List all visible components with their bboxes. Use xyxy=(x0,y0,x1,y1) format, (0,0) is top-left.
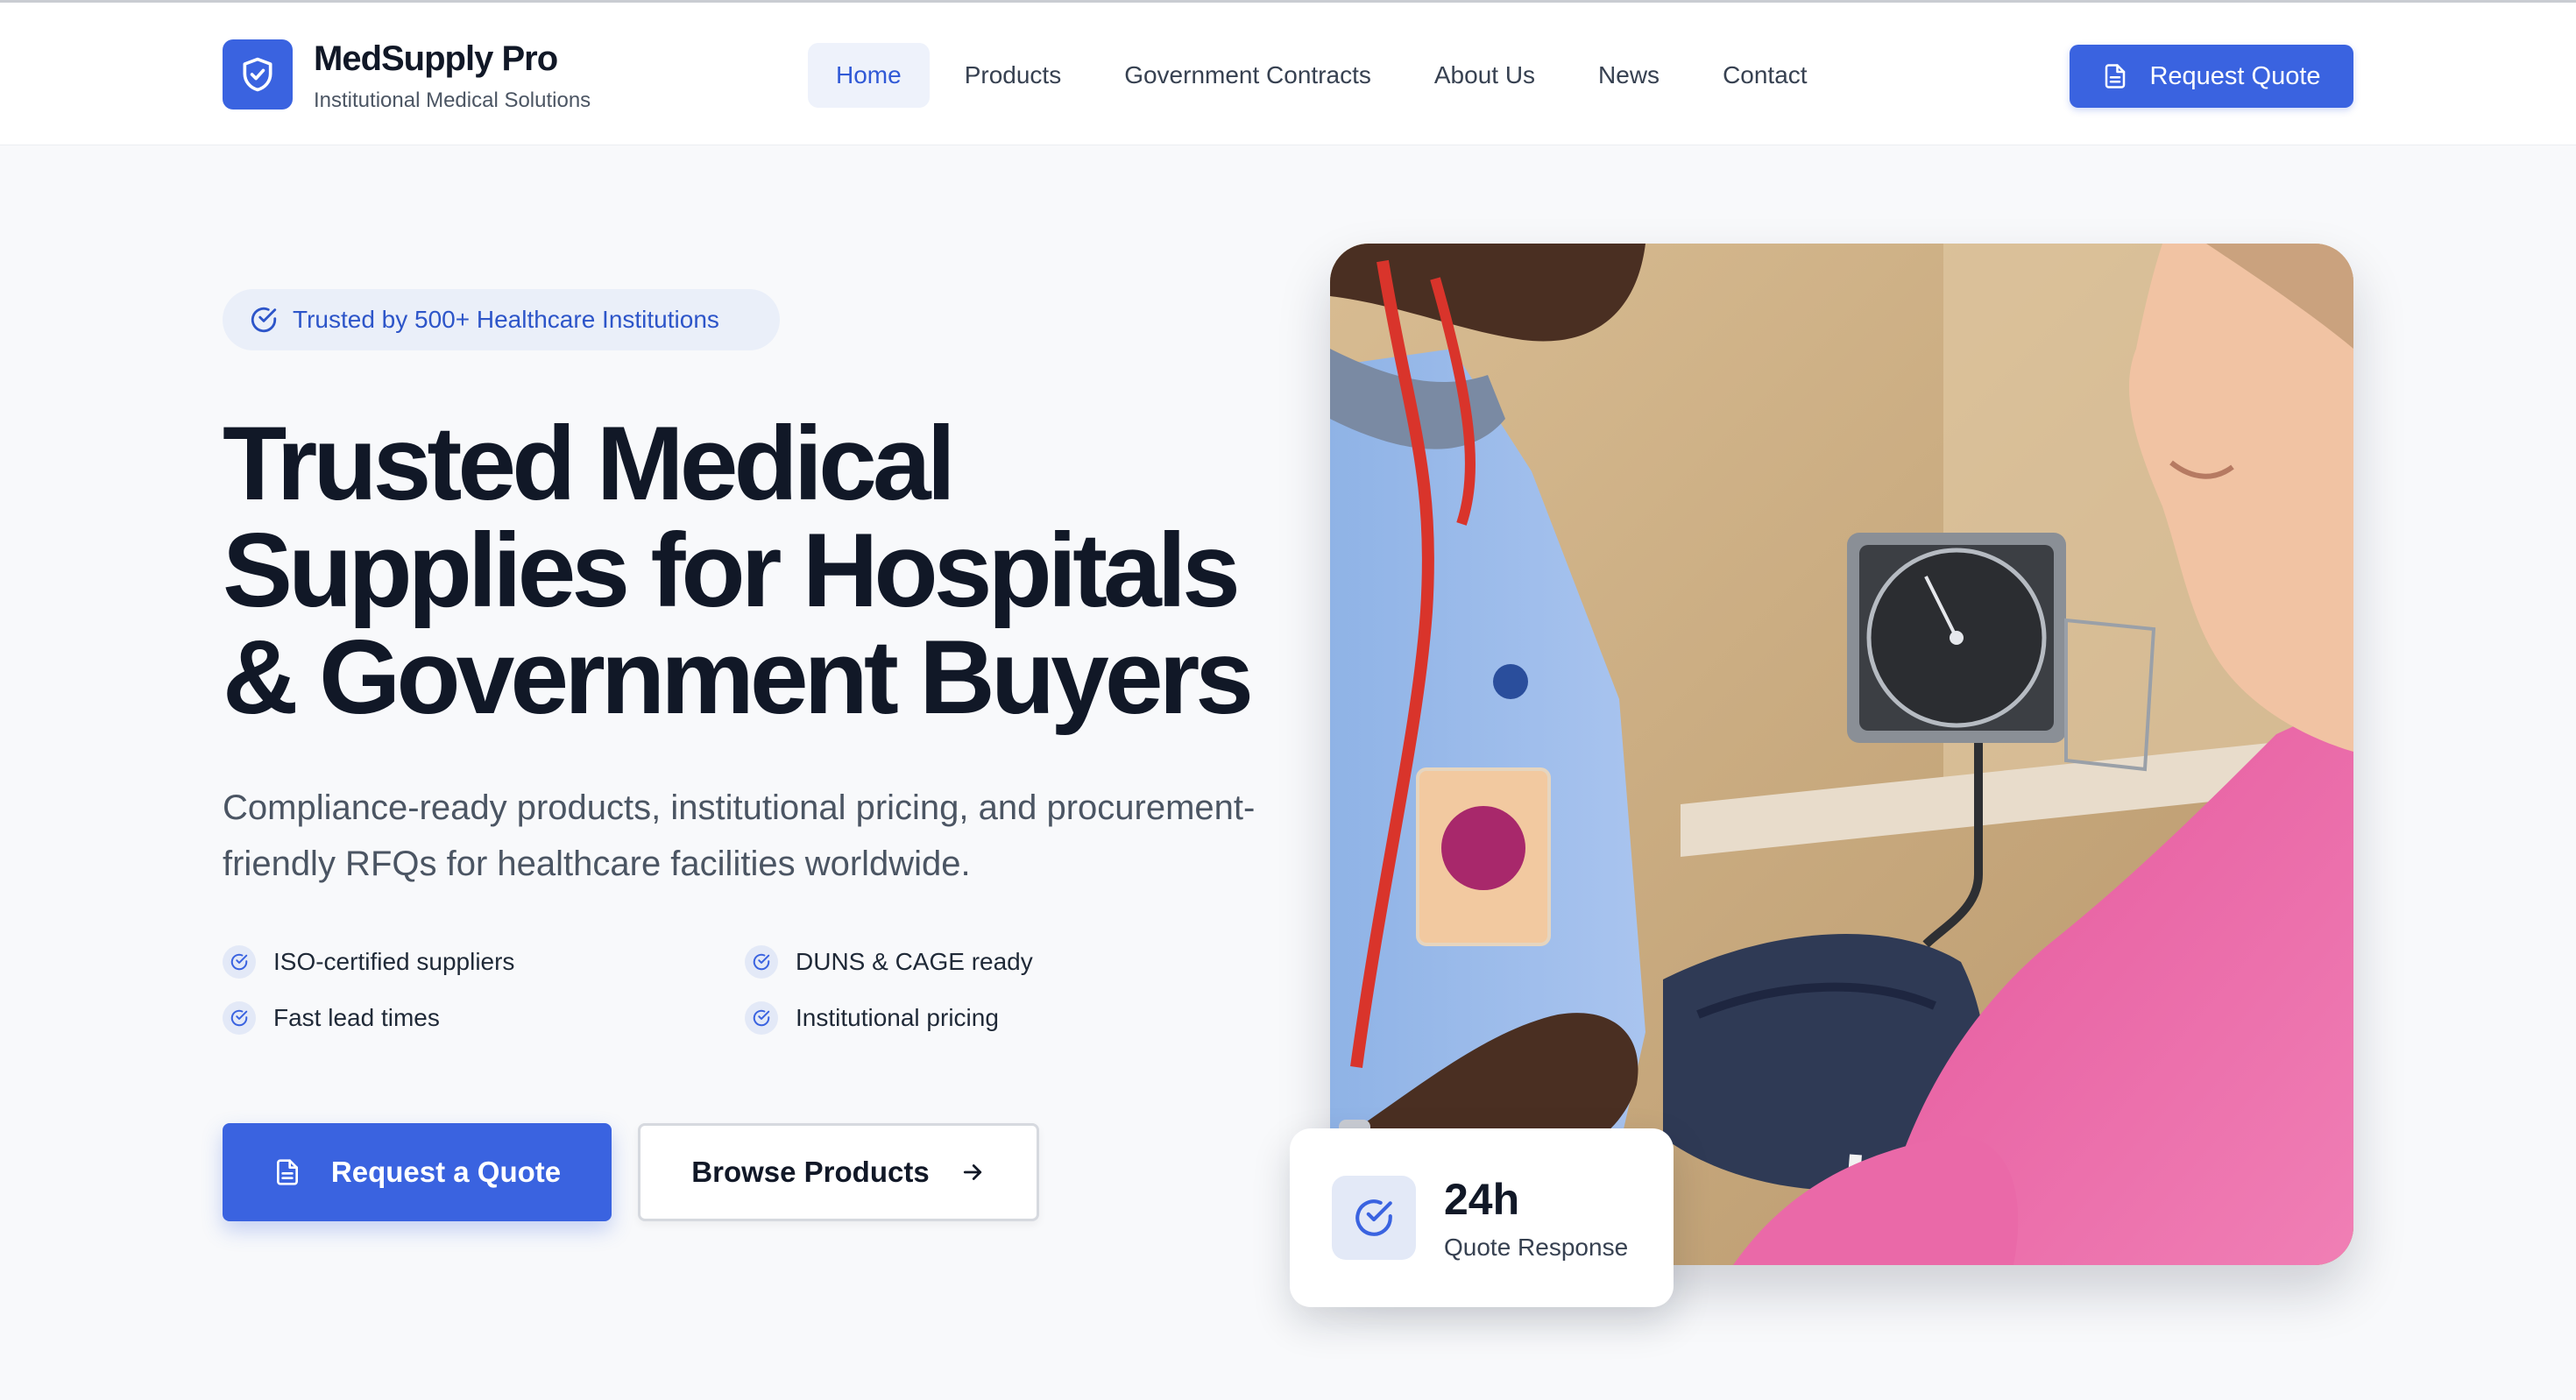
check-icon xyxy=(223,945,256,979)
top-navbar: MedSupply Pro Institutional Medical Solu… xyxy=(0,0,2576,145)
stat-value: 24h xyxy=(1444,1175,1520,1224)
request-quote-button[interactable]: Request Quote xyxy=(2070,45,2353,108)
feature-item: Institutional pricing xyxy=(745,1001,1095,1036)
feature-item: DUNS & CAGE ready xyxy=(745,944,1095,979)
check-circle-icon xyxy=(251,307,277,333)
nav-home[interactable]: Home xyxy=(808,43,930,108)
stat-label: Quote Response xyxy=(1444,1234,1629,1261)
main-nav: Home Products Government Contracts About… xyxy=(808,43,1843,108)
check-icon xyxy=(745,945,778,979)
check-icon xyxy=(745,1001,778,1035)
logo[interactable] xyxy=(223,39,293,110)
hero-title-line-3: & Government Buyers xyxy=(223,619,1254,736)
browse-products-button[interactable]: Browse Products xyxy=(638,1123,1039,1221)
shield-check-icon xyxy=(243,57,272,92)
trust-badge-text: Trusted by 500+ Healthcare Institutions xyxy=(293,306,719,333)
feature-item: Fast lead times xyxy=(223,1001,745,1036)
brand-name[interactable]: MedSupply Pro xyxy=(314,39,558,79)
check-icon xyxy=(223,1001,256,1035)
feature-label: Fast lead times xyxy=(273,1004,440,1031)
nav-government-contracts[interactable]: Government Contracts xyxy=(1096,43,1399,108)
request-a-quote-label: Request a Quote xyxy=(330,1156,562,1188)
nav-news[interactable]: News xyxy=(1570,43,1688,108)
feature-label: ISO-certified suppliers xyxy=(273,948,515,975)
document-icon xyxy=(2105,64,2126,88)
feature-label: Institutional pricing xyxy=(796,1004,999,1031)
trust-badge: Trusted by 500+ Healthcare Institutions xyxy=(223,289,780,350)
hero-title: Trusted Medical Supplies for Hospitals &… xyxy=(223,410,1300,731)
hero-photo xyxy=(1330,244,2353,1265)
check-circle-icon xyxy=(1332,1176,1416,1260)
browse-products-label: Browse Products xyxy=(691,1156,930,1188)
hero-subtitle: Compliance-ready products, institutional… xyxy=(223,788,1256,883)
quote-response-card: 24h Quote Response xyxy=(1290,1128,1674,1307)
nav-products[interactable]: Products xyxy=(937,43,1090,108)
request-a-quote-button[interactable]: Request a Quote xyxy=(223,1123,612,1221)
feature-label: DUNS & CAGE ready xyxy=(796,948,1033,975)
arrow-right-icon xyxy=(963,1164,981,1180)
feature-list: ISO-certified suppliers DUNS & CAGE read… xyxy=(223,944,1099,1036)
clinician-patient-illustration xyxy=(1330,244,2353,1265)
document-icon xyxy=(276,1159,298,1185)
nav-contact[interactable]: Contact xyxy=(1695,43,1836,108)
hero-title-line-1: Trusted Medical xyxy=(223,405,956,522)
nav-about-us[interactable]: About Us xyxy=(1406,43,1563,108)
feature-item: ISO-certified suppliers xyxy=(223,944,745,979)
request-quote-label: Request Quote xyxy=(2149,61,2321,90)
brand-tagline: Institutional Medical Solutions xyxy=(314,88,591,112)
hero-title-line-2: Supplies for Hospitals xyxy=(223,512,1241,629)
